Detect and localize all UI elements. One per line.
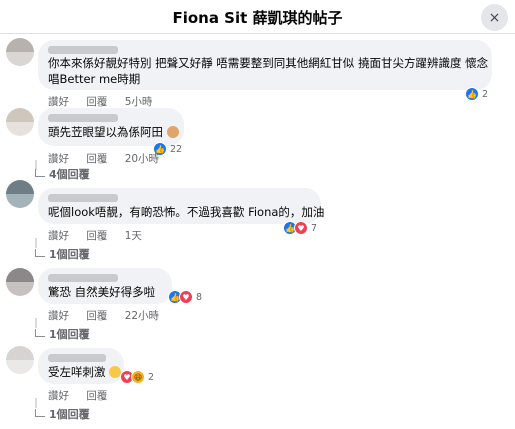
comment-bubble: 呢個look唔靚，有啲恐怖。不過我喜歡 Fiona的，加油 — [38, 188, 325, 224]
avatar[interactable] — [6, 180, 34, 208]
reaction-count: 2 — [148, 371, 155, 383]
reaction-count: 7 — [311, 222, 318, 234]
view-replies-link[interactable]: 4個回覆 — [35, 166, 90, 182]
commenter-name[interactable] — [48, 46, 118, 54]
comment-actions: 讚好 回覆 1天 — [48, 228, 156, 243]
reply-button[interactable]: 回覆 — [86, 96, 107, 108]
reply-button[interactable]: 回覆 — [86, 153, 107, 165]
like-button[interactable]: 讚好 — [48, 230, 69, 242]
reaction-summary[interactable]: 👍 2 — [465, 86, 488, 102]
reaction-summary[interactable]: 👍 ♥ 8 — [168, 289, 202, 305]
view-replies-link[interactable]: 1個回覆 — [35, 406, 90, 422]
timestamp[interactable]: 22小時 — [125, 310, 159, 322]
comment-text: 你本來係好靚好特別 把聲又好靜 唔需要整到同其他網紅甘似 撓面甘尖方躍辨識度 懷… — [48, 56, 489, 70]
commenter-name[interactable] — [48, 194, 118, 202]
comment-actions: 讚好 回覆 22小時 — [48, 308, 173, 323]
heart-icon: ♥ — [179, 290, 193, 304]
timestamp[interactable]: 20小時 — [125, 153, 159, 165]
view-replies-link[interactable]: 1個回覆 — [35, 246, 90, 262]
like-button[interactable]: 讚好 — [48, 390, 69, 402]
avatar[interactable] — [6, 346, 34, 374]
commenter-name[interactable] — [48, 354, 106, 362]
comment-text: 唱Better me時期 — [48, 72, 141, 86]
laugh-icon: 😆 — [131, 370, 145, 384]
like-button[interactable]: 讚好 — [48, 310, 69, 322]
comment-text: 呢個look唔靚，有啲恐怖。不過我喜歡 Fiona的，加油 — [48, 205, 325, 219]
like-button[interactable]: 讚好 — [48, 96, 69, 108]
comment-bubble: 受左咩刺激 — [38, 348, 124, 384]
reply-arrow-icon — [35, 249, 45, 257]
reply-arrow-icon — [35, 329, 45, 337]
commenter-name[interactable] — [48, 274, 118, 282]
avatar[interactable] — [6, 108, 34, 136]
avatar[interactable] — [6, 38, 34, 66]
comment-text: 受左咩刺激 — [48, 364, 122, 380]
reaction-count: 2 — [482, 88, 489, 100]
comment-text: 頭先苙眼望以為係阿田 — [48, 124, 179, 140]
dialog-title: Fiona Sit 薛凱琪的帖子 — [172, 9, 343, 27]
reply-arrow-icon — [35, 409, 45, 417]
thumbs-up-icon: 👍 — [465, 87, 479, 101]
timestamp[interactable]: 5小時 — [125, 96, 153, 108]
reply-button[interactable]: 回覆 — [86, 390, 107, 402]
like-button[interactable]: 讚好 — [48, 153, 69, 165]
comment-actions: 讚好 回覆 20小時 — [48, 151, 173, 166]
commenter-name[interactable] — [48, 114, 118, 122]
reaction-summary[interactable]: ♥ 😆 2 — [120, 369, 154, 385]
reaction-summary[interactable]: 👍 ♥ 7 — [283, 220, 317, 236]
heart-icon: ♥ — [294, 221, 308, 235]
comment-bubble: 驚恐 自然美好得多啦 — [38, 268, 172, 304]
person-emoji-icon — [166, 126, 179, 138]
view-replies-link[interactable]: 1個回覆 — [35, 326, 90, 342]
comment-actions: 讚好 回覆 — [48, 388, 135, 403]
reply-arrow-icon — [35, 169, 45, 177]
close-button[interactable]: × — [481, 4, 508, 31]
close-icon: × — [488, 9, 501, 26]
timestamp[interactable]: 1天 — [125, 230, 142, 242]
reply-button[interactable]: 回覆 — [86, 310, 107, 322]
dialog-header: Fiona Sit 薛凱琪的帖子 × — [0, 0, 515, 34]
reaction-count: 8 — [196, 291, 203, 303]
comment-bubble: 你本來係好靚好特別 把聲又好靜 唔需要整到同其他網紅甘似 撓面甘尖方躍辨識度 懷… — [38, 40, 492, 90]
comment-actions: 讚好 回覆 5小時 — [48, 94, 166, 109]
avatar[interactable] — [6, 268, 34, 296]
reply-button[interactable]: 回覆 — [86, 230, 107, 242]
comment-text: 驚恐 自然美好得多啦 — [48, 285, 156, 299]
